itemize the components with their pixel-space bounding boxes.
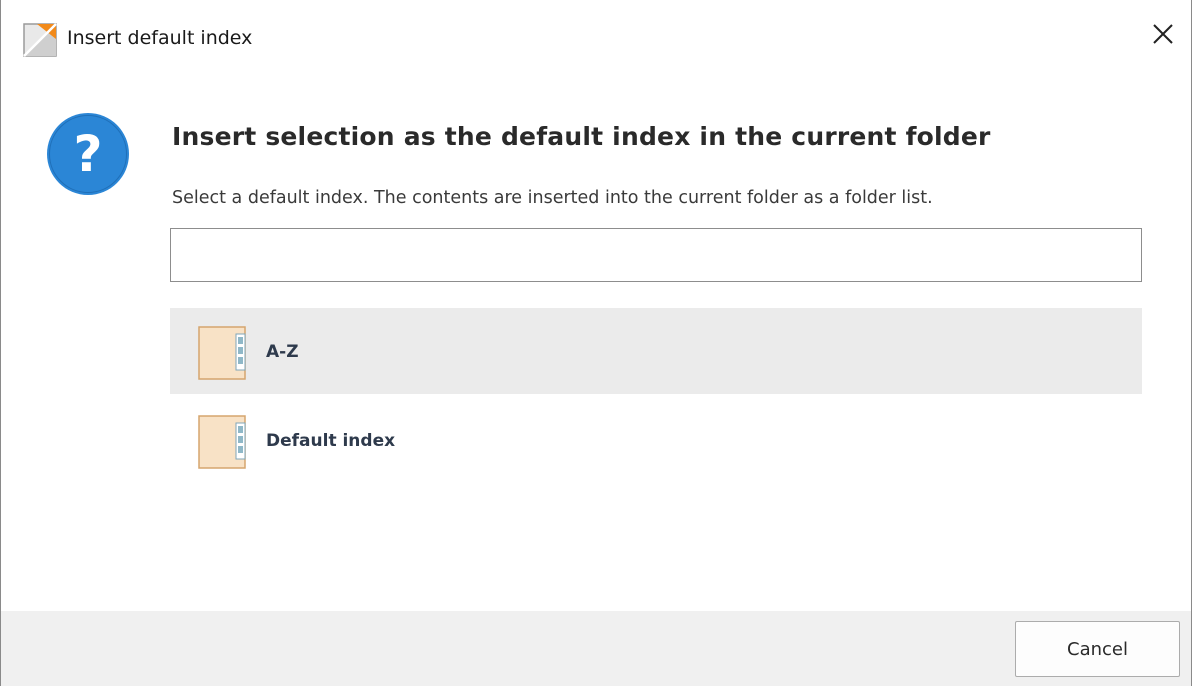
app-logo-icon (23, 23, 57, 57)
dialog-window: Insert default index ? Insert selection … (0, 0, 1192, 686)
index-folder-icon (198, 324, 252, 380)
search-input[interactable] (170, 228, 1142, 282)
close-button[interactable] (1139, 14, 1187, 58)
list-item-default-index[interactable]: Default index (170, 394, 1142, 480)
list-item-label: Default index (266, 431, 396, 451)
list-item-a-z[interactable]: A-Z (170, 308, 1142, 394)
dialog-description: Select a default index. The contents are… (172, 188, 933, 208)
close-icon (1152, 23, 1174, 49)
list-item-label: A-Z (266, 342, 299, 362)
question-icon: ? (45, 111, 131, 197)
index-list: A-Z Default index (170, 308, 1142, 480)
dialog-heading: Insert selection as the default index in… (172, 122, 991, 151)
window-title: Insert default index (67, 27, 253, 49)
dialog-footer: Cancel (1, 611, 1191, 686)
title-bar: Insert default index (1, 0, 1191, 72)
index-folder-icon (198, 413, 252, 469)
cancel-button[interactable]: Cancel (1015, 621, 1180, 677)
svg-text:?: ? (73, 125, 102, 183)
